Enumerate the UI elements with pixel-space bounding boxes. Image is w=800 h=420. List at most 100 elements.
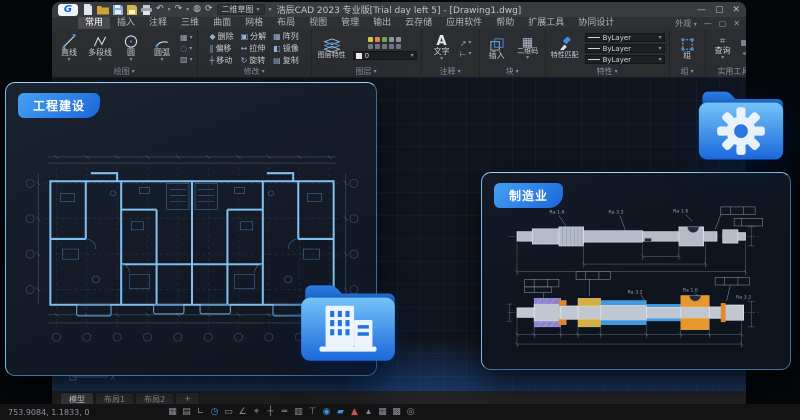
tool-circle[interactable]: 圆▾ [118, 34, 144, 64]
layout-tab[interactable]: 模型 [60, 392, 94, 404]
statusbar-toggle-icon[interactable]: ▦ [376, 404, 389, 420]
statusbar-toggle-icon[interactable]: ┼ [264, 404, 277, 420]
save-as-icon[interactable] [127, 5, 137, 15]
bylayer-dropdown[interactable]: ByLayer ▾ [585, 55, 665, 64]
modify-tool[interactable]: ▣ 分解 [241, 31, 267, 42]
statusbar-toggle-icon[interactable]: ▲ [348, 404, 361, 420]
modify-tool[interactable]: ◆ 删除 [209, 31, 233, 42]
open-folder-icon[interactable] [97, 5, 109, 15]
statusbar-toggle-icon[interactable]: ▰ [334, 404, 347, 420]
draw-extra-tools[interactable]: ▦▾ ◌▾ ▨▾ [180, 33, 193, 64]
ribbon-tab[interactable]: 帮助 [489, 17, 521, 29]
ribbon-tab[interactable]: 布局 [270, 17, 302, 29]
group-label-modify[interactable]: 修改▾ [198, 66, 311, 77]
tool-group[interactable]: 组 [674, 37, 700, 61]
ribbon-tab[interactable]: 云存储 [398, 17, 439, 29]
statusbar-toggle-icon[interactable]: ∟ [194, 404, 207, 420]
linetype-mark [588, 59, 600, 60]
statusbar-toggle-icon[interactable]: ◷ [208, 404, 221, 420]
new-file-icon[interactable] [83, 4, 93, 15]
tool-polyline[interactable]: 多段线▾ [87, 34, 113, 64]
ribbon-tab[interactable]: 输出 [366, 17, 398, 29]
statusbar-toggle-icon[interactable]: ◎ [404, 404, 417, 420]
statusbar-toggle-icon[interactable]: ▦ [166, 404, 179, 420]
redo-caret-icon[interactable]: ▾ [186, 7, 189, 13]
undo-icon[interactable]: ↶ [156, 5, 164, 14]
workspace-selector[interactable]: 二维草图 ▾ [217, 4, 265, 15]
layer-state-icons[interactable] [368, 37, 401, 42]
ribbon-tab[interactable]: 三维 [174, 17, 206, 29]
group-label-utilities[interactable]: 实用工具 [706, 66, 746, 77]
tool-text[interactable]: A 文字▾ [429, 35, 455, 63]
web-icon[interactable]: ◍ [193, 5, 201, 14]
redo-icon[interactable]: ↷ [175, 5, 183, 14]
tool-match-properties[interactable]: 特性匹配 [550, 37, 580, 60]
layer-state-icons-2[interactable] [368, 44, 401, 49]
restore-icon[interactable]: ▢ [715, 5, 724, 15]
close-icon[interactable]: ✕ [732, 5, 740, 15]
statusbar-toggle-icon[interactable]: ═ [278, 404, 291, 420]
statusbar-toggle-icon[interactable]: ▩ [390, 404, 403, 420]
statusbar-toggle-icon[interactable]: ⌖ [250, 404, 263, 420]
layout-tab[interactable]: + [175, 392, 200, 404]
modify-tool[interactable]: ┼ 移动 [209, 55, 233, 66]
ribbon-tab[interactable]: 视图 [302, 17, 334, 29]
statusbar-toggle-icon[interactable]: ⊤ [306, 404, 319, 420]
tool-qrcode[interactable]: ▦ 二维码▾ [515, 36, 541, 62]
group-label-annotate[interactable]: 注释▾ [422, 66, 479, 77]
tabrow-right: 外观 ▾ — ▢ ✕ [675, 17, 740, 29]
statusbar-toggle-icon[interactable]: ▥ [292, 404, 305, 420]
modify-tool[interactable]: ▤ 复制 [273, 55, 299, 66]
tool-arc[interactable]: 圆弧▾ [149, 34, 175, 64]
group-label-block[interactable]: 块▾ [480, 66, 545, 77]
ribbon-tab[interactable]: 管理 [334, 17, 366, 29]
ribbon-tab[interactable]: 网格 [238, 17, 270, 29]
ribbon-tab[interactable]: 插入 [110, 17, 142, 29]
ribbon-tab[interactable]: 曲面 [206, 17, 238, 29]
tool-measure[interactable]: ⌗ 查询▾ [710, 36, 736, 62]
print-icon[interactable] [141, 5, 152, 15]
ribbon-tab[interactable]: 常用 [78, 17, 110, 29]
tool-insert-block[interactable]: 插入 [484, 37, 510, 61]
statusbar-toggle-icon[interactable]: ▤ [180, 404, 193, 420]
layout-tab[interactable]: 布局2 [135, 392, 174, 404]
group-label-properties[interactable]: 特性▾ [546, 66, 669, 77]
utility-extra-tools[interactable]: ▦∠ ⌖◉ [741, 38, 746, 59]
ribbon-tab[interactable]: 协同设计 [571, 17, 621, 29]
modify-tool[interactable]: ▦ 阵列 [273, 31, 299, 42]
statusbar-toggle-icon[interactable]: ∠ [236, 404, 249, 420]
qat-more-icon[interactable]: ▾ [269, 7, 272, 13]
group-label-draw[interactable]: 绘图▾ [52, 66, 197, 77]
group-label-group[interactable]: 组▾ [670, 66, 705, 77]
bylayer-dropdown[interactable]: ByLayer ▾ [585, 44, 665, 53]
undo-caret-icon[interactable]: ▾ [168, 7, 171, 13]
tool-layer-properties[interactable]: 图层特性 [316, 37, 348, 60]
annotate-extra-tools[interactable]: ↗▾ ⊢▾ [460, 39, 472, 59]
ribbon-tab[interactable]: 应用软件 [439, 17, 489, 29]
modify-tool[interactable]: ◧ 镜像 [273, 43, 299, 54]
statusbar-toggle-icon[interactable]: ▭ [222, 404, 235, 420]
statusbar-toggle-icon[interactable]: ◉ [320, 404, 333, 420]
modify-tool[interactable]: ↔ 拉伸 [241, 43, 267, 54]
ribbon-tab[interactable]: 注释 [142, 17, 174, 29]
statusbar-toggle-icon[interactable]: ▴ [362, 404, 375, 420]
chevron-down-icon: ▾ [659, 46, 662, 52]
doc-close-icon[interactable]: ✕ [733, 19, 740, 28]
appearance-menu[interactable]: 外观 ▾ [675, 18, 697, 29]
layer-dropdown[interactable]: 0 ▾ [353, 51, 417, 60]
modify-tool[interactable]: ∥ 偏移 [209, 43, 233, 54]
save-icon[interactable] [113, 5, 123, 15]
modify-tool[interactable]: ↻ 旋转 [241, 55, 267, 66]
settings-folder-icon[interactable] [690, 77, 792, 169]
construction-folder-icon[interactable] [295, 268, 401, 372]
layout-tab[interactable]: 布局1 [95, 392, 134, 404]
ribbon-tab[interactable]: 扩展工具 [521, 17, 571, 29]
doc-restore-icon[interactable]: ▢ [719, 19, 727, 28]
bylayer-dropdown[interactable]: ByLayer ▾ [585, 33, 665, 42]
tool-line[interactable]: 直线▾ [56, 34, 82, 64]
group-label-layers[interactable]: 图层▾ [312, 66, 421, 77]
app-logo-icon[interactable]: G [58, 4, 78, 16]
doc-minimize-icon[interactable]: — [704, 19, 712, 28]
minimize-icon[interactable]: — [697, 5, 706, 15]
refresh-icon[interactable]: ⟳ [205, 5, 213, 14]
